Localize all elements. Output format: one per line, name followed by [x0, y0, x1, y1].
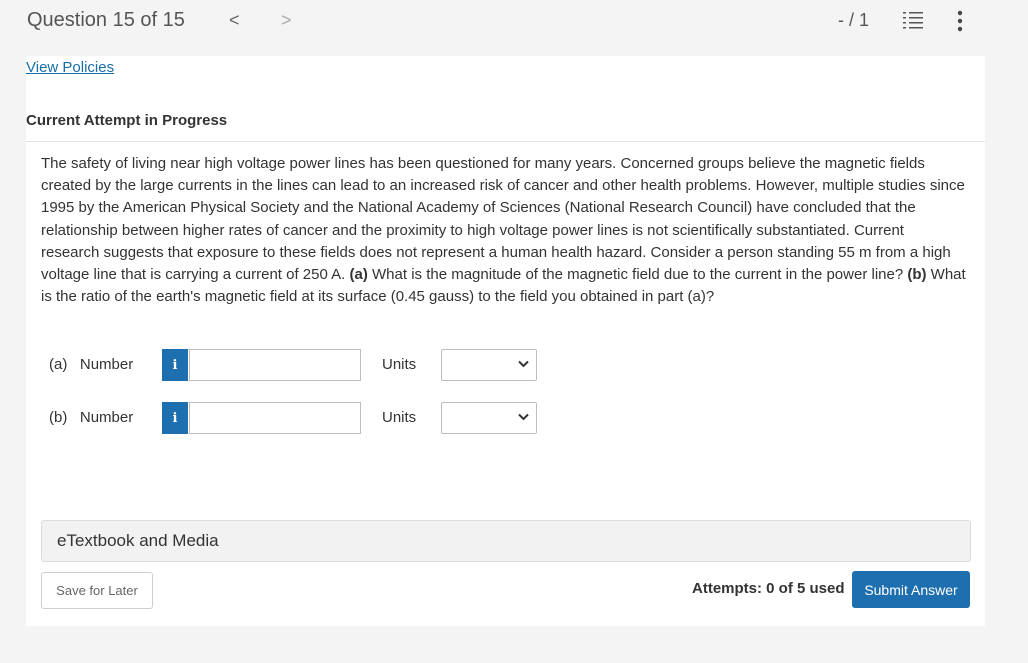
units-label: Units — [382, 409, 417, 426]
previous-question-button[interactable]: < — [229, 10, 240, 31]
part-label: (a) — [49, 356, 68, 373]
chevron-down-icon — [518, 360, 529, 368]
chevron-down-icon — [518, 413, 529, 421]
score-display: - / 1 — [838, 10, 870, 30]
top-bar: Question 15 of 15 < > - / 1 — [0, 0, 1028, 56]
submit-answer-button[interactable]: Submit Answer — [852, 571, 970, 608]
etextbook-media-panel[interactable]: eTextbook and Media — [41, 520, 971, 562]
number-label: Number — [79, 409, 134, 426]
part-b-marker: (b) — [907, 266, 927, 284]
answer-label-a: (a) Number — [49, 356, 133, 373]
part-label: (b) — [49, 409, 68, 426]
list-icon[interactable] — [903, 10, 923, 30]
answer-label-b: (b) Number — [49, 409, 133, 426]
answer-row-b: (b) Number i Units — [26, 401, 626, 435]
save-for-later-button[interactable]: Save for Later — [41, 572, 153, 609]
units-dropdown-a[interactable] — [441, 349, 537, 381]
attempt-heading: Current Attempt in Progress — [26, 112, 228, 129]
part-a-marker: (a) — [349, 266, 368, 284]
more-vertical-icon[interactable] — [953, 10, 967, 32]
view-policies-link[interactable]: View Policies — [26, 59, 114, 76]
question-panel: View Policies Current Attempt in Progres… — [26, 56, 985, 626]
question-text: The safety of living near high voltage p… — [41, 153, 966, 308]
number-label: Number — [79, 356, 134, 373]
next-question-button[interactable]: > — [281, 10, 292, 31]
units-label: Units — [382, 356, 417, 373]
attempts-counter: Attempts: 0 of 5 used — [692, 580, 845, 597]
question-text-part-a: What is the magnitude of the magnetic fi… — [367, 266, 908, 284]
answer-row-a: (a) Number i Units — [26, 348, 626, 382]
number-input-b[interactable] — [189, 402, 361, 434]
number-input-a[interactable] — [189, 349, 361, 381]
units-dropdown-b[interactable] — [441, 402, 537, 434]
info-icon[interactable]: i — [162, 402, 188, 434]
info-icon[interactable]: i — [162, 349, 188, 381]
etextbook-label: eTextbook and Media — [57, 531, 219, 550]
question-counter: Question 15 of 15 — [27, 9, 185, 31]
divider — [26, 141, 985, 142]
question-text-intro: The safety of living near high voltage p… — [41, 155, 965, 284]
